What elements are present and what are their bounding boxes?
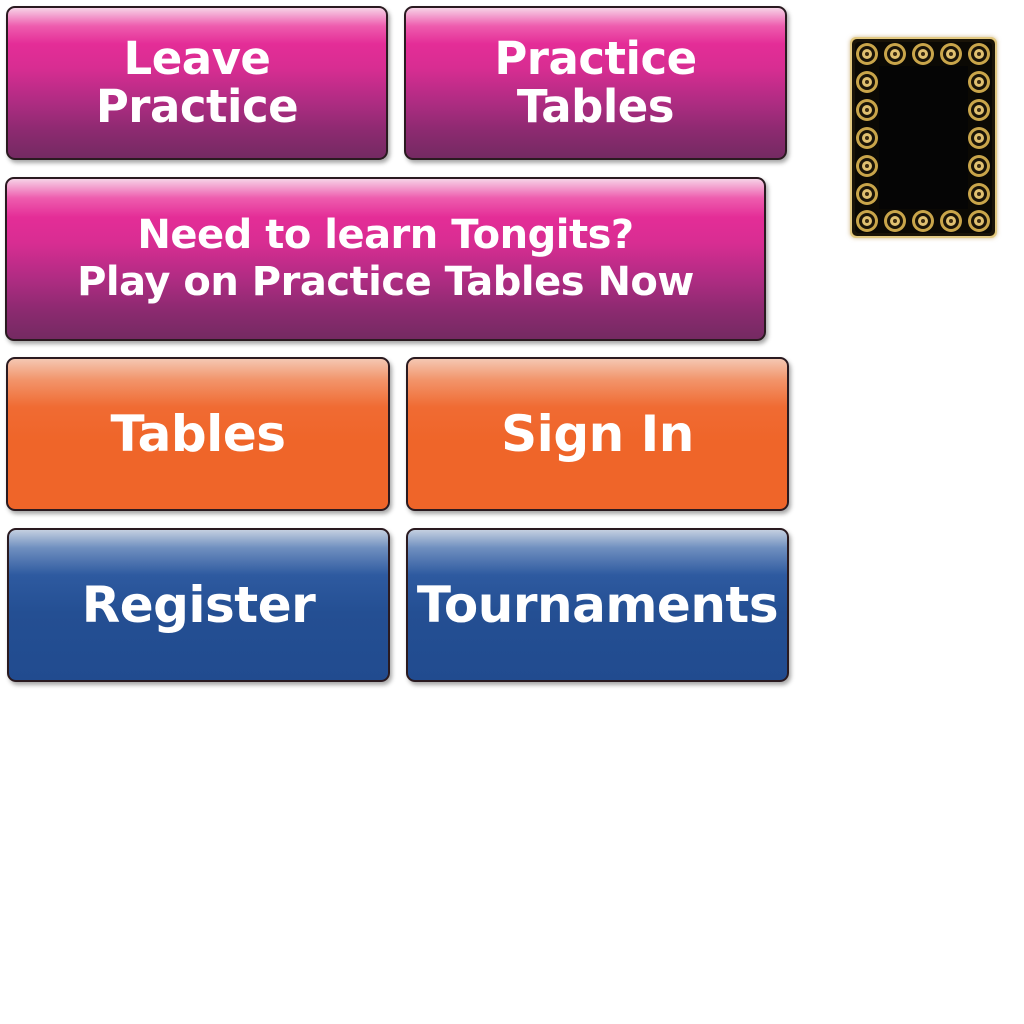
register-button[interactable]: Register [7,528,390,682]
tables-label: Tables [110,405,286,463]
card-rosette-icon [968,99,990,121]
sign-in-button[interactable]: Sign In [406,357,789,511]
leave-practice-label-line1: Leave [123,32,271,85]
card-rosette-icon [884,210,906,232]
card-rosette-icon [856,43,878,65]
card-rosette-icon [856,210,878,232]
sign-in-label: Sign In [501,405,694,463]
card-rosette-icon [968,71,990,93]
card-rosette-icon [912,43,934,65]
card-rosette-icon [912,210,934,232]
button-sprite-sheet: Leave Practice Practice Tables Need to l… [0,0,1024,1024]
leave-practice-button[interactable]: Leave Practice [6,6,388,160]
leave-practice-label-line2: Practice [95,80,299,133]
practice-tables-button[interactable]: Practice Tables [404,6,787,160]
card-rosette-icon [856,127,878,149]
tournaments-button[interactable]: Tournaments [406,528,789,682]
card-rosette-icon [968,155,990,177]
card-rosette-icon [968,183,990,205]
banner-label-line1: Need to learn Tongits? [137,212,634,258]
card-rosette-icon [856,155,878,177]
card-rosette-icon [968,43,990,65]
practice-tables-label-line2: Tables [516,80,675,133]
tables-button[interactable]: Tables [6,357,390,511]
card-rosette-icon [884,43,906,65]
card-rosette-icon [856,183,878,205]
card-back-icon [850,37,997,238]
card-rosette-icon [940,210,962,232]
card-rosette-icon [940,43,962,65]
card-rosette-icon [856,99,878,121]
practice-tables-label-line1: Practice [494,32,697,85]
card-rosette-icon [856,71,878,93]
play-practice-tables-banner-button[interactable]: Need to learn Tongits? Play on Practice … [5,177,766,341]
banner-label-line2: Play on Practice Tables Now [77,259,694,305]
register-label: Register [81,576,316,634]
ornate-card-back-icon [852,39,995,236]
card-rosette-icon [968,127,990,149]
tournaments-label: Tournaments [416,576,779,634]
card-rosette-icon [968,210,990,232]
